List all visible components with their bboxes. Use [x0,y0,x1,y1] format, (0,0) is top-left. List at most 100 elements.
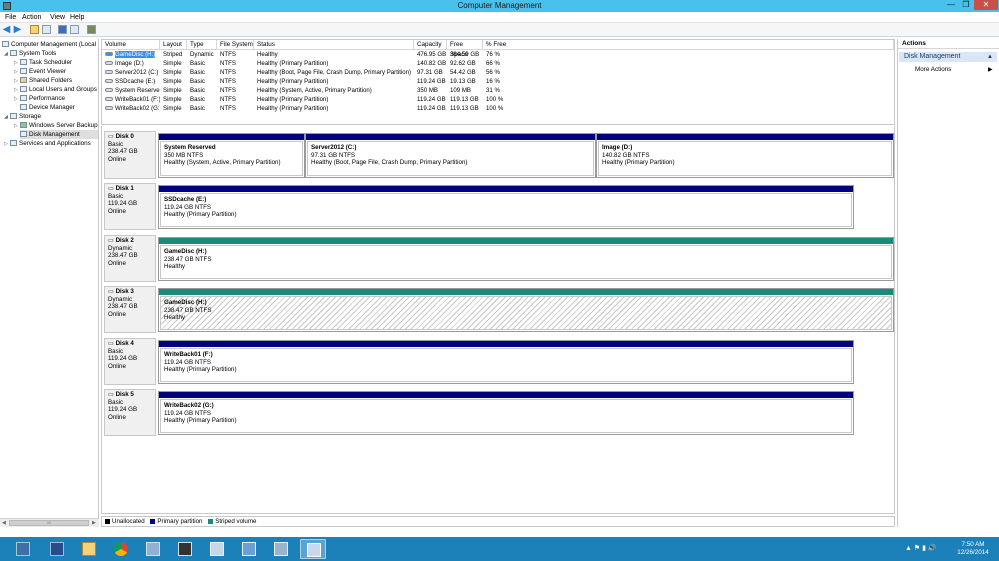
tree-item-performance[interactable]: ▷ Performance [14,94,65,103]
title-bar[interactable]: Computer Management — ❐ ✕ [0,0,999,12]
partition-title: WriteBack01 (F:) [164,351,848,359]
tree-item-services-and-applications[interactable]: ▷ Services and Applications [4,139,91,148]
column-header-file-system[interactable]: File System [217,40,254,50]
partition-block[interactable]: Image (D:) 140.82 GB NTFS Healthy (Primary… [596,133,894,178]
disk-management-icon [20,131,27,137]
table-cell: 66 % [486,60,500,67]
table-row[interactable]: Server2012 (C:) Simple Basic NTFS Healthy (B… [102,68,894,77]
back-arrow-icon[interactable]: ◀ [2,25,11,35]
table-cell: Basic [190,69,205,76]
notification-area[interactable]: ▲ ⚑ ▮ 🔊 [905,544,937,552]
volume-list: Volume Layout Type File System Status Ca… [101,39,895,125]
partition-block[interactable]: System Reserved 350 MB NTFS Healthy (Syste… [158,133,305,178]
partition-size: 238.47 GB NTFS [164,255,212,263]
clock[interactable]: 7:50 AM 12/26/2014 [950,541,996,557]
table-cell: NTFS [220,78,236,85]
column-header-percent-free[interactable]: % Free [483,40,894,50]
server-manager-taskbar-button[interactable] [10,539,36,559]
scroll-left-icon[interactable]: ◀ [2,519,6,527]
column-header-free-space[interactable]: Free Space [447,40,483,58]
unallocated-swatch [105,518,110,524]
volume-icon [105,79,113,83]
tree-item-disk-management[interactable]: Disk Management [20,130,98,139]
partition-block[interactable]: SSDcache (E:) 119.24 GB NTFS Healthy (Prim… [158,185,854,229]
menu-help[interactable]: Help [70,13,84,22]
menu-view[interactable]: View [50,13,65,22]
tree-item-event-viewer[interactable]: ▷ Event Viewer [14,67,66,76]
disk-management-taskbar-button[interactable] [300,539,326,559]
table-cell: Simple [163,87,182,94]
computer-management-taskbar-button[interactable] [268,539,294,559]
column-header-layout[interactable]: Layout [160,40,187,50]
table-row[interactable]: SSDcache (E:) Simple Basic NTFS Healthy (Pri… [102,77,894,86]
properties-icon[interactable] [70,25,79,34]
scroll-right-icon[interactable]: ▶ [92,519,96,527]
table-row[interactable]: GameDisc (H:) Striped Dynamic NTFS Healthy 47… [102,50,894,59]
partition-block[interactable]: WriteBack01 (F:) 119.24 GB NTFS Healthy (P… [158,340,854,384]
folder-icon [20,77,27,83]
collapse-chevron-icon[interactable]: ▲ [987,52,993,62]
tree-item-task-scheduler[interactable]: ▷ Task Scheduler [14,58,72,67]
table-cell: Simple [163,69,182,76]
maximize-button[interactable]: ❐ [959,0,973,10]
disk-info[interactable]: ▭ Disk 2 Dynamic 238.47 GB Online [104,235,156,282]
table-row[interactable]: WriteBack02 (G:) Simple Basic NTFS Healthy (… [102,104,894,113]
network-taskbar-button[interactable] [140,539,166,559]
help-icon[interactable] [58,25,67,34]
scroll-thumb[interactable]: III [9,520,89,526]
minimize-button[interactable]: — [944,0,958,10]
performance-icon [20,95,27,101]
disk-info[interactable]: ▭ Disk 0 Basic 238.47 GB Online [104,131,156,179]
column-header-status[interactable]: Status [254,40,414,50]
tree-item-system-tools[interactable]: ◢ System Tools [4,49,56,58]
partition-block[interactable]: GameDisc (H:) 238.47 GB NTFS Healthy [158,288,894,332]
table-cell: 31 % [486,87,500,94]
remote-desktop-taskbar-button[interactable] [204,539,230,559]
menu-file[interactable]: File [5,13,16,22]
app-taskbar-button[interactable] [172,539,198,559]
partition-color-bar [159,186,853,192]
tree-horizontal-scrollbar[interactable]: ◀ III ▶ [0,518,99,527]
disk-info[interactable]: ▭ Disk 5 Basic 119.24 GB Online [104,389,156,436]
tree-item-local-users[interactable]: ▷ Local Users and Groups [14,85,97,94]
table-cell: NTFS [220,87,236,94]
disk-info[interactable]: ▭ Disk 1 Basic 119.24 GB Online [104,183,156,230]
partition-body: GameDisc (H:) 238.47 GB NTFS Healthy [160,296,892,330]
tree-item-root[interactable]: Computer Management (Local [2,40,96,49]
disk-view-icon[interactable] [87,25,96,34]
partition-block[interactable]: GameDisc (H:) 238.47 GB NTFS Healthy [158,237,894,281]
table-row[interactable]: Image (D:) Simple Basic NTFS Healthy (Primar… [102,59,894,68]
column-header-volume[interactable]: Volume [102,40,160,50]
actions-pane: Actions Disk Management ▲ More Actions ▶ [897,39,999,527]
partition-block[interactable]: Server2012 (C:) 97.31 GB NTFS Healthy (Boo… [305,133,596,178]
table-cell: Server2012 (C:) [102,68,160,77]
table-row[interactable]: WriteBack01 (F:) Simple Basic NTFS Healthy (… [102,95,894,104]
tree-item-windows-server-backup[interactable]: ▷ Windows Server Backup [14,121,98,130]
tree-item-shared-folders[interactable]: ▷ Shared Folders [14,76,72,85]
partition-block[interactable]: WriteBack02 (G:) 119.24 GB NTFS Healthy (P… [158,391,854,435]
file-explorer-taskbar-button[interactable] [76,539,102,559]
partition-status: Healthy (Boot, Page File, Crash Dump, Pr… [311,159,468,167]
column-header-capacity[interactable]: Capacity [414,40,447,50]
table-cell: 364.59 GB [450,51,480,58]
more-actions-link[interactable]: More Actions [915,66,951,73]
up-folder-icon[interactable] [30,25,39,34]
show-hide-tree-icon[interactable] [42,25,51,34]
device-manager-icon [20,104,27,110]
forward-arrow-icon[interactable]: ▶ [13,25,22,35]
chrome-taskbar-button[interactable] [108,539,134,559]
disk-info[interactable]: ▭ Disk 3 Dynamic 238.47 GB Online [104,286,156,333]
disk-row: ▭ Disk 2 Dynamic 238.47 GB Online GameDisc (… [102,233,896,284]
close-button[interactable]: ✕ [974,0,998,10]
menu-action[interactable]: Action [22,13,41,22]
disk-info[interactable]: ▭ Disk 4 Basic 119.24 GB Online [104,338,156,385]
partition-name: Image (D:) [602,144,633,151]
tree-item-storage[interactable]: ◢ Storage [4,112,41,121]
tree-item-device-manager[interactable]: Device Manager [20,103,75,112]
table-row[interactable]: System Reserved Simple Basic NTFS Healthy (S… [102,86,894,95]
monitor-taskbar-button[interactable] [236,539,262,559]
disk-title: ▭ Disk 0 [108,133,152,141]
column-header-type[interactable]: Type [187,40,217,50]
actions-section-disk-management[interactable]: Disk Management ▲ [899,52,997,62]
powershell-taskbar-button[interactable] [44,539,70,559]
